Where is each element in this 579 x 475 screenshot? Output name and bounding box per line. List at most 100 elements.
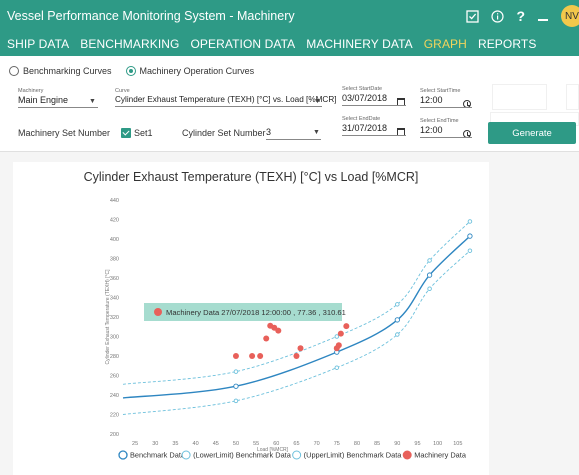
legend-label: (UpperLimit) Benchmark Data bbox=[304, 451, 403, 460]
curve-select-value: Cylinder Exhaust Temperature (TEXH) [°C]… bbox=[115, 95, 337, 104]
end-date-field[interactable]: Select EndDate 31/07/2018 bbox=[342, 116, 406, 136]
nav-item-machinery-data[interactable]: MACHINERY DATA bbox=[306, 37, 413, 51]
y-tick-label: 400 bbox=[110, 237, 119, 243]
start-time-field[interactable]: Select StartTime 12:00 bbox=[420, 88, 472, 108]
x-tick-label: 35 bbox=[172, 441, 178, 447]
y-tick-label: 360 bbox=[110, 276, 119, 282]
legend-label: Benchmark Data bbox=[130, 451, 186, 460]
machinery-data-point[interactable] bbox=[337, 330, 344, 337]
blank-field bbox=[492, 84, 547, 110]
series-point-0[interactable] bbox=[233, 383, 239, 389]
start-date-underline bbox=[342, 105, 406, 106]
nav-item-operation-data[interactable]: OPERATION DATA bbox=[190, 37, 295, 51]
nav-item-benchmarking[interactable]: BENCHMARKING bbox=[80, 37, 179, 51]
machinery-select-value: Main Engine bbox=[18, 95, 69, 105]
series-point-0[interactable] bbox=[394, 317, 400, 323]
machinery-data-point[interactable] bbox=[343, 323, 350, 330]
legend-marker[interactable] bbox=[402, 450, 412, 460]
set1-checkbox[interactable] bbox=[121, 128, 131, 138]
y-tick-label: 320 bbox=[110, 315, 119, 321]
nav-item-ship-data[interactable]: SHIP DATA bbox=[7, 37, 69, 51]
series-point-0[interactable] bbox=[467, 233, 473, 239]
x-tick-label: 100 bbox=[433, 441, 442, 447]
help-icon[interactable]: ? bbox=[516, 8, 525, 24]
x-tick-label: 90 bbox=[394, 441, 400, 447]
user-avatar[interactable]: NV bbox=[561, 5, 579, 27]
machinery-data-point[interactable] bbox=[263, 335, 270, 342]
series-point-0[interactable] bbox=[426, 272, 433, 278]
machinery-data-point[interactable] bbox=[249, 353, 256, 359]
curve-type-radios: Benchmarking Curves Machinery Operation … bbox=[9, 66, 268, 76]
nav-item-graph[interactable]: GRAPH bbox=[424, 37, 467, 51]
end-date-label: Select EndDate bbox=[342, 116, 381, 122]
series-point-1[interactable] bbox=[467, 248, 473, 253]
minimize-icon[interactable] bbox=[537, 10, 549, 22]
curve-select-label: Curve bbox=[115, 88, 130, 94]
y-tick-label: 240 bbox=[110, 393, 119, 399]
y-tick-label: 200 bbox=[110, 432, 119, 438]
x-tick-label: 80 bbox=[354, 441, 360, 447]
chevron-down-icon: ▼ bbox=[89, 98, 96, 105]
legend-label: Machinery Data bbox=[414, 451, 467, 460]
end-time-field[interactable]: Select EndTime 12:00 bbox=[420, 118, 472, 138]
y-tick-label: 220 bbox=[110, 413, 119, 419]
nav-item-reports[interactable]: REPORTS bbox=[478, 37, 537, 51]
y-tick-label: 300 bbox=[110, 335, 119, 341]
set1-checkbox-label: Set1 bbox=[134, 128, 153, 138]
legend-marker[interactable] bbox=[292, 450, 302, 460]
chevron-down-icon: ▼ bbox=[314, 98, 321, 105]
series-point-2[interactable] bbox=[334, 334, 340, 339]
series-point-2[interactable] bbox=[395, 302, 400, 307]
checkbox-icon[interactable] bbox=[466, 9, 480, 23]
y-tick-label: 380 bbox=[110, 257, 119, 263]
radio-machinery-operation-curves[interactable]: Machinery Operation Curves bbox=[125, 66, 254, 76]
series-point-1[interactable] bbox=[427, 286, 432, 291]
legend-label: (LowerLimit) Benchmark Data bbox=[193, 451, 292, 460]
series-line-1 bbox=[122, 250, 471, 415]
legend-marker[interactable] bbox=[118, 450, 128, 460]
curve-select-underline bbox=[115, 106, 322, 107]
machinery-set-label: Machinery Set Number bbox=[18, 128, 111, 138]
curve-select[interactable]: Curve Cylinder Exhaust Temperature (TEXH… bbox=[115, 88, 337, 107]
x-tick-label: 105 bbox=[453, 441, 462, 447]
end-time-underline bbox=[420, 137, 472, 138]
machinery-data-point[interactable] bbox=[293, 353, 300, 359]
machinery-select-underline bbox=[18, 107, 98, 108]
machinery-data-point[interactable] bbox=[257, 353, 264, 359]
start-date-field[interactable]: Select StartDate 03/07/2018 bbox=[342, 86, 406, 106]
tooltip-text: Machinery Data 27/07/2018 12:00:00 , 77.… bbox=[166, 308, 346, 317]
app-window: Vessel Performance Monitoring System - M… bbox=[0, 0, 579, 475]
radio-benchmarking-curves[interactable]: Benchmarking Curves bbox=[9, 66, 112, 76]
machinery-select[interactable]: Machinery Main Engine ▼ bbox=[18, 88, 98, 108]
x-tick-label: 40 bbox=[193, 441, 199, 447]
y-tick-label: 280 bbox=[110, 354, 119, 360]
radio-benchmarking-indicator[interactable] bbox=[9, 66, 19, 76]
end-date-underline bbox=[342, 135, 406, 136]
app-title: Vessel Performance Monitoring System - M… bbox=[7, 9, 295, 23]
machinery-data-point[interactable] bbox=[232, 353, 239, 359]
machinery-data-point[interactable] bbox=[297, 345, 304, 352]
series-point-2[interactable] bbox=[467, 219, 473, 224]
series-point-2[interactable] bbox=[427, 258, 432, 263]
x-tick-label: 45 bbox=[213, 441, 219, 447]
cylinder-set-select[interactable]: 3 ▼ bbox=[266, 126, 321, 140]
radio-operation-indicator[interactable] bbox=[125, 66, 136, 76]
series-point-2[interactable] bbox=[233, 369, 239, 374]
y-tick-label: 420 bbox=[110, 218, 119, 224]
series-point-1[interactable] bbox=[233, 398, 239, 404]
machinery-select-label: Machinery bbox=[18, 88, 44, 94]
machinery-data-point[interactable] bbox=[335, 342, 342, 349]
series-point-1[interactable] bbox=[334, 365, 340, 370]
series-point-1[interactable] bbox=[395, 332, 400, 337]
legend-marker[interactable] bbox=[181, 450, 191, 460]
y-tick-label: 260 bbox=[110, 374, 119, 380]
x-tick-label: 85 bbox=[374, 441, 380, 447]
y-tick-label: 440 bbox=[110, 198, 119, 204]
y-axis-label: Cylinder Exhaust Temperature (TEXH) [°C] bbox=[105, 269, 111, 365]
generate-button[interactable]: Generate bbox=[488, 122, 576, 144]
titlebar-actions: ? NV bbox=[466, 0, 579, 32]
info-icon[interactable] bbox=[491, 9, 505, 23]
series-line-2 bbox=[122, 221, 471, 385]
machinery-data-point[interactable] bbox=[275, 327, 282, 334]
end-time-label: Select EndTime bbox=[420, 118, 459, 124]
